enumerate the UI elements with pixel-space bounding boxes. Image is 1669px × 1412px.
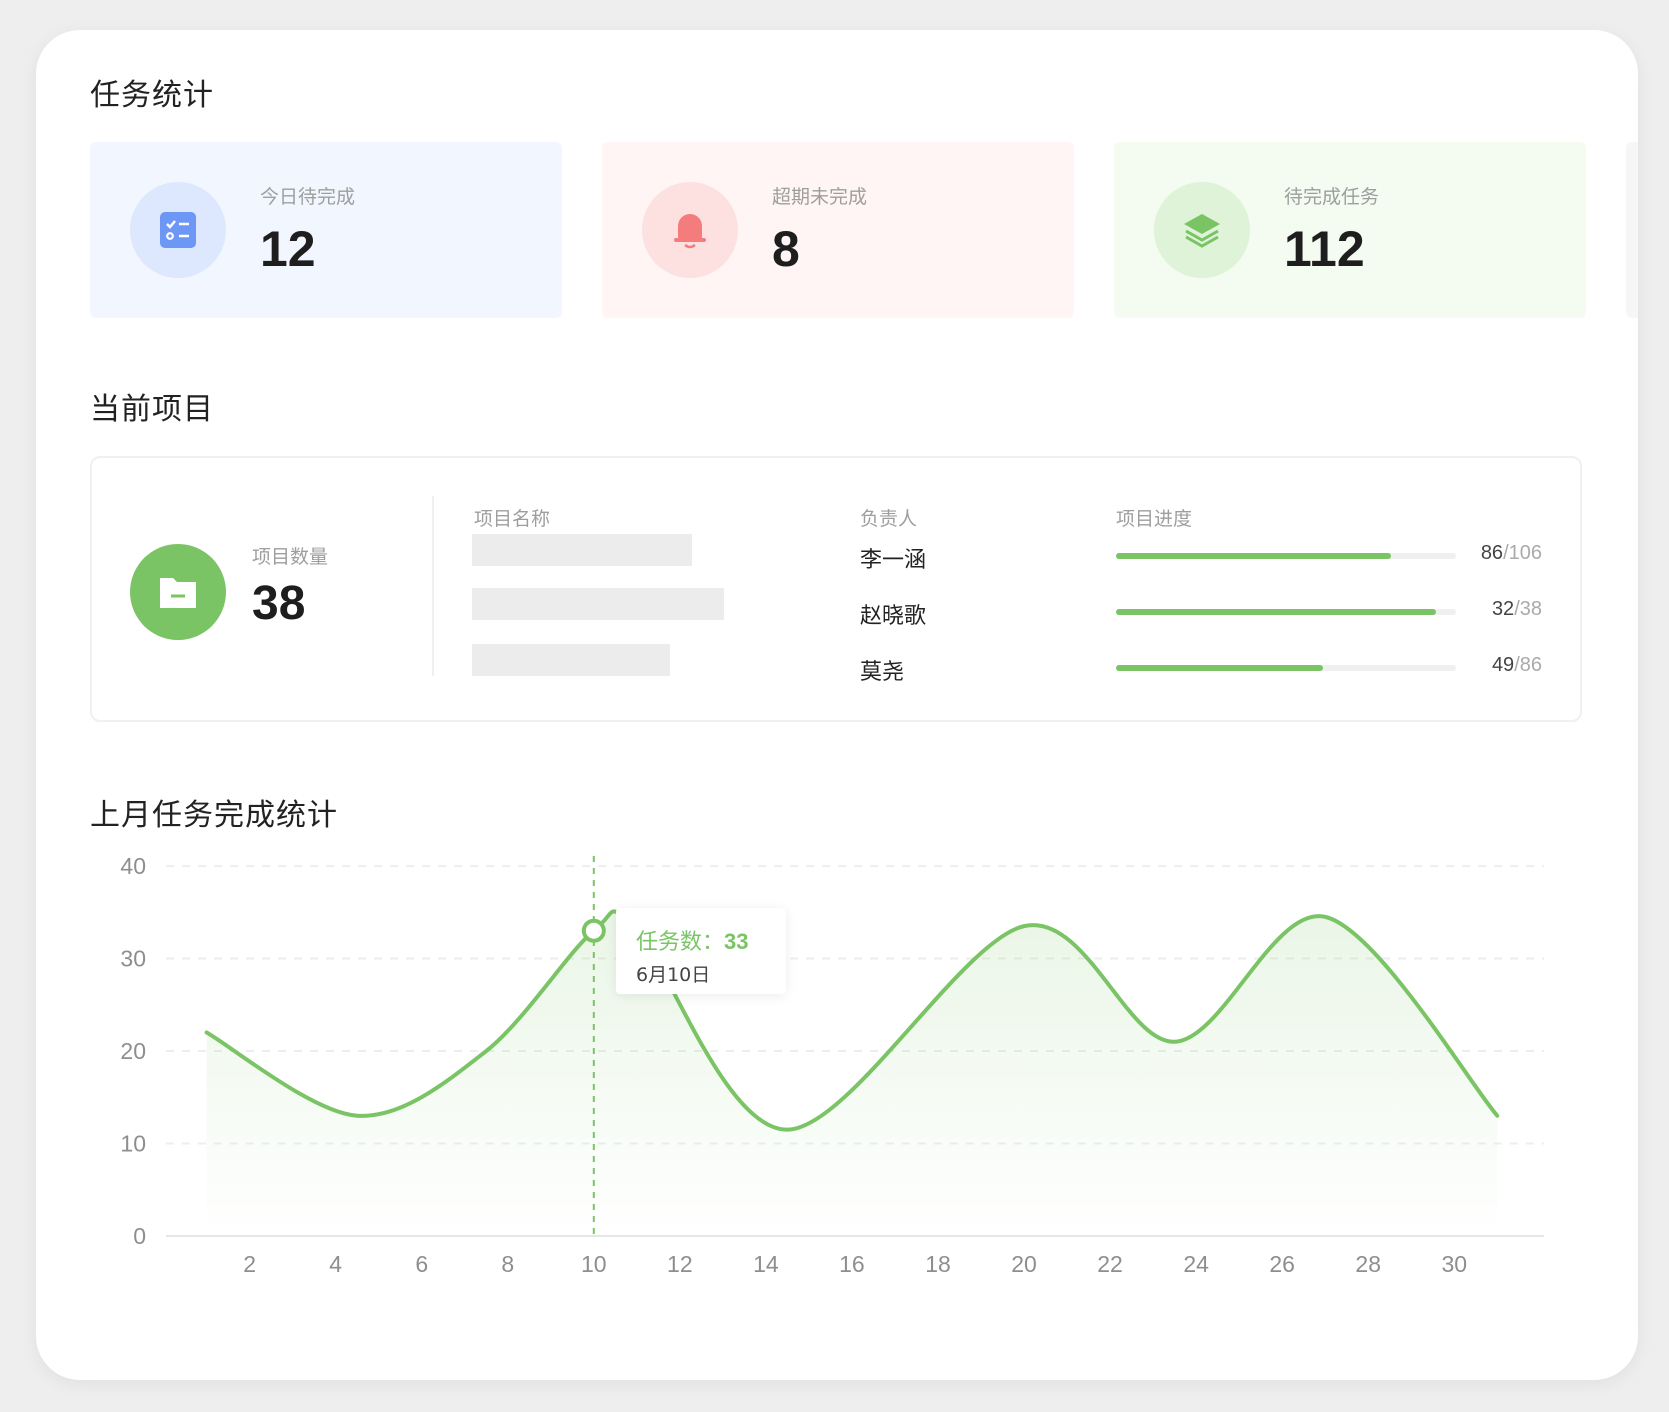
x-tick-label: 6	[415, 1251, 428, 1277]
project-name-placeholder	[472, 534, 692, 566]
tooltip-label: 任务数：	[636, 930, 725, 955]
project-owner: 李一涵	[860, 548, 927, 573]
stat-card-overdue[interactable]: 超期未完成 8	[602, 142, 1074, 318]
chart-tooltip: 任务数：33 6月10日	[616, 908, 786, 994]
section-title-current-projects: 当前项目	[90, 392, 214, 427]
progress-count: 49/86	[1492, 654, 1542, 677]
progress-total: /38	[1514, 598, 1542, 620]
progress-done: 86	[1480, 542, 1504, 564]
x-tick-label: 16	[839, 1251, 865, 1277]
x-tick-label: 22	[1097, 1251, 1123, 1277]
stat-label: 超期未完成	[772, 186, 868, 208]
progress-count: 32/38	[1492, 598, 1542, 621]
project-name-placeholder	[472, 588, 724, 620]
stat-icon-circle	[1154, 182, 1250, 278]
progress-total: /106	[1503, 542, 1542, 564]
tooltip-value-line: 任务数：33	[636, 924, 749, 956]
x-tick-label: 8	[501, 1251, 514, 1277]
progress-bar	[1116, 609, 1456, 615]
x-tick-label: 4	[329, 1251, 342, 1277]
layers-icon	[1184, 214, 1220, 248]
project-count-value: 38	[252, 577, 306, 630]
x-tick-label: 28	[1355, 1251, 1381, 1277]
chart-hover-point[interactable]	[581, 918, 606, 943]
column-header-progress: 项目进度	[1116, 508, 1193, 530]
stat-card-pending[interactable]: 待完成任务 112	[1114, 142, 1586, 318]
progress-done: 32	[1491, 598, 1515, 620]
y-tick-label: 0	[133, 1223, 146, 1249]
x-tick-label: 2	[243, 1251, 256, 1277]
tooltip-date: 6月10日	[636, 964, 711, 986]
progress-bar-fill	[1116, 553, 1392, 559]
divider	[432, 496, 434, 676]
progress-bar	[1116, 665, 1456, 671]
x-tick-label: 12	[667, 1251, 693, 1277]
x-tick-label: 26	[1269, 1251, 1295, 1277]
y-tick-label: 30	[120, 946, 146, 972]
x-tick-label: 18	[925, 1251, 951, 1277]
stat-value: 8	[772, 221, 800, 277]
progress-bar	[1116, 553, 1456, 559]
tooltip-value: 33	[724, 929, 749, 954]
progress-count: 86/106	[1481, 542, 1542, 565]
project-icon-circle	[130, 544, 226, 640]
column-header-name: 项目名称	[474, 508, 551, 530]
progress-bar-fill	[1116, 609, 1436, 615]
project-count-label: 项目数量	[252, 546, 329, 568]
dashboard-card: 任务统计 今日待完成 12 超期未完成 8 待完成任务 112 当前项目 项目数…	[36, 30, 1638, 1380]
x-tick-label: 24	[1183, 1251, 1209, 1277]
section-title-task-stats: 任务统计	[90, 78, 214, 113]
folder-icon	[160, 578, 196, 608]
y-tick-label: 20	[120, 1038, 146, 1064]
stat-card-partial	[1626, 142, 1638, 318]
y-tick-label: 10	[120, 1131, 146, 1157]
chart-area-fill	[206, 911, 1498, 1236]
section-title-chart: 上月任务完成统计	[90, 798, 338, 833]
stat-label: 今日待完成	[260, 186, 356, 208]
x-tick-label: 10	[581, 1251, 607, 1277]
checklist-icon	[160, 212, 196, 248]
stat-value: 12	[260, 221, 316, 277]
bell-icon	[674, 214, 706, 249]
y-tick-label: 40	[120, 853, 146, 879]
task-completion-chart: 010203040 2 4 6 8 10 12 14 16 18 20 22 24 26 28 30	[120, 853, 1544, 1277]
x-tick-label: 20	[1011, 1251, 1037, 1277]
project-name-placeholder	[472, 644, 670, 676]
progress-done: 49	[1491, 654, 1515, 676]
project-owner: 莫尧	[860, 660, 905, 685]
x-tick-label: 14	[753, 1251, 779, 1277]
progress-total: /86	[1514, 654, 1542, 676]
stat-card-today[interactable]: 今日待完成 12	[90, 142, 562, 318]
stat-icon-circle	[130, 182, 226, 278]
project-owner: 赵晓歌	[860, 604, 927, 629]
stat-label: 待完成任务	[1284, 186, 1380, 208]
progress-bar-fill	[1116, 665, 1324, 671]
project-panel: 项目数量 38 项目名称 负责人 项目进度 李一涵 赵晓歌 莫尧 86/106 …	[90, 456, 1582, 722]
x-tick-label: 30	[1441, 1251, 1467, 1277]
stat-icon-circle	[642, 182, 738, 278]
column-header-owner: 负责人	[860, 508, 918, 530]
stat-value: 112	[1284, 221, 1365, 277]
